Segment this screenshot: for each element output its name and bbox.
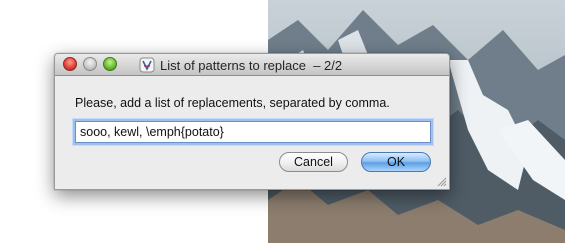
window-title-group: List of patterns to replace – 2/2 bbox=[139, 57, 342, 73]
replacements-input[interactable] bbox=[75, 121, 431, 143]
ok-button[interactable]: OK bbox=[361, 152, 431, 172]
window-title: List of patterns to replace – 2/2 bbox=[160, 57, 343, 73]
zoom-icon[interactable] bbox=[103, 57, 117, 71]
dialog-window: List of patterns to replace – 2/2 Please… bbox=[54, 53, 450, 190]
title-bar[interactable]: List of patterns to replace – 2/2 bbox=[55, 54, 449, 76]
resize-grip-icon[interactable] bbox=[436, 176, 447, 187]
cancel-button[interactable]: Cancel bbox=[279, 152, 348, 172]
prompt-label: Please, add a list of replacements, sepa… bbox=[75, 96, 390, 110]
app-icon bbox=[139, 57, 155, 73]
close-icon[interactable] bbox=[63, 57, 77, 71]
minimize-icon[interactable] bbox=[83, 57, 97, 71]
